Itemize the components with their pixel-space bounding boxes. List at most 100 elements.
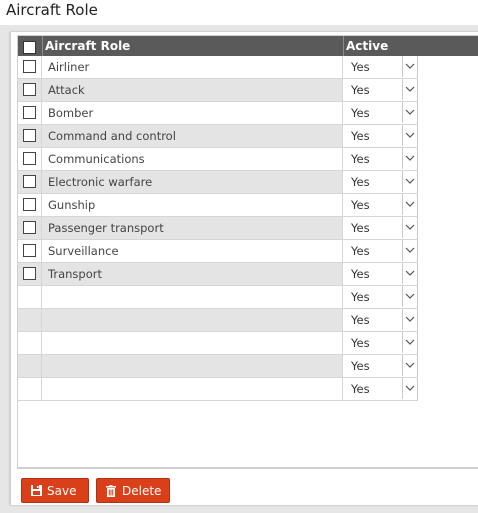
row-checkbox[interactable] — [23, 152, 36, 165]
table-row[interactable]: Yes — [18, 355, 418, 378]
active-select[interactable]: Yes — [343, 217, 418, 239]
floppy-disk-icon — [31, 485, 42, 496]
active-select-value: Yes — [351, 83, 370, 97]
dropdown-toggle[interactable] — [402, 309, 417, 330]
chevron-down-icon — [405, 224, 415, 230]
active-select[interactable]: Yes — [343, 286, 418, 308]
active-select[interactable]: Yes — [343, 378, 418, 400]
active-select[interactable]: Yes — [343, 194, 418, 216]
active-select[interactable]: Yes — [343, 263, 418, 285]
table-row[interactable]: Bomber Yes — [18, 102, 418, 125]
active-select[interactable]: Yes — [343, 125, 418, 147]
aircraft-role-cell[interactable] — [42, 286, 343, 308]
active-select[interactable]: Yes — [343, 171, 418, 193]
row-select-cell — [18, 286, 42, 308]
active-select[interactable]: Yes — [343, 309, 418, 331]
dropdown-toggle[interactable] — [402, 378, 417, 399]
chevron-down-icon — [405, 293, 415, 299]
active-select-value: Yes — [351, 244, 370, 258]
dropdown-toggle[interactable] — [402, 125, 417, 146]
table-row[interactable]: Surveillance Yes — [18, 240, 418, 263]
active-select[interactable]: Yes — [343, 148, 418, 170]
dropdown-toggle[interactable] — [402, 355, 417, 376]
dropdown-toggle[interactable] — [402, 148, 417, 169]
dropdown-toggle[interactable] — [402, 79, 417, 100]
chevron-down-icon — [405, 362, 415, 368]
chevron-down-icon — [405, 247, 415, 253]
save-button[interactable]: Save — [21, 478, 89, 503]
table-row[interactable]: Transport Yes — [18, 263, 418, 286]
row-select-cell — [18, 125, 42, 147]
row-checkbox[interactable] — [23, 129, 36, 142]
aircraft-role-cell[interactable]: Bomber — [42, 102, 343, 124]
aircraft-role-cell[interactable] — [42, 332, 343, 354]
dropdown-toggle[interactable] — [402, 171, 417, 192]
table-row[interactable]: Command and control Yes — [18, 125, 418, 148]
active-select[interactable]: Yes — [343, 56, 418, 78]
row-checkbox[interactable] — [23, 175, 36, 188]
delete-button-label: Delete — [122, 484, 162, 498]
table-row[interactable]: Yes — [18, 309, 418, 332]
select-all-cell — [18, 36, 42, 56]
table-row[interactable]: Passenger transport Yes — [18, 217, 418, 240]
dropdown-toggle[interactable] — [402, 332, 417, 353]
table-row[interactable]: Attack Yes — [18, 79, 418, 102]
row-checkbox[interactable] — [23, 106, 36, 119]
active-select[interactable]: Yes — [343, 332, 418, 354]
aircraft-role-cell[interactable]: Communications — [42, 148, 343, 170]
active-select[interactable]: Yes — [343, 79, 418, 101]
row-select-cell — [18, 309, 42, 331]
table-row[interactable]: Communications Yes — [18, 148, 418, 171]
dropdown-toggle[interactable] — [402, 194, 417, 215]
dropdown-toggle[interactable] — [402, 56, 417, 77]
table-row[interactable]: Airliner Yes — [18, 56, 418, 79]
aircraft-role-cell[interactable] — [42, 309, 343, 331]
chevron-down-icon — [405, 63, 415, 69]
row-select-cell — [18, 378, 42, 400]
aircraft-role-cell[interactable]: Gunship — [42, 194, 343, 216]
column-header-aircraft-role[interactable]: Aircraft Role — [42, 36, 343, 56]
select-all-checkbox[interactable] — [23, 41, 36, 54]
dropdown-toggle[interactable] — [402, 102, 417, 123]
active-select-value: Yes — [351, 382, 370, 396]
row-checkbox[interactable] — [23, 83, 36, 96]
table-row[interactable]: Electronic warfare Yes — [18, 171, 418, 194]
row-checkbox[interactable] — [23, 267, 36, 280]
aircraft-role-cell[interactable] — [42, 355, 343, 377]
aircraft-role-cell[interactable]: Surveillance — [42, 240, 343, 262]
row-checkbox[interactable] — [23, 244, 36, 257]
aircraft-role-cell[interactable]: Command and control — [42, 125, 343, 147]
aircraft-role-grid: Aircraft Role Active Airliner Yes Attack Ye… — [17, 35, 478, 469]
active-select-value: Yes — [351, 221, 370, 235]
dropdown-toggle[interactable] — [402, 217, 417, 238]
chevron-down-icon — [405, 109, 415, 115]
dropdown-toggle[interactable] — [402, 240, 417, 261]
dropdown-toggle[interactable] — [402, 263, 417, 284]
page-title: Aircraft Role — [6, 1, 98, 19]
aircraft-role-cell[interactable] — [42, 378, 343, 400]
dropdown-toggle[interactable] — [402, 286, 417, 307]
grid-rows: Airliner Yes Attack Yes Bomber Yes Command and… — [18, 56, 418, 401]
column-header-active[interactable]: Active — [343, 36, 418, 56]
delete-button[interactable]: Delete — [96, 478, 170, 503]
active-select-value: Yes — [351, 175, 370, 189]
row-select-cell — [18, 171, 42, 193]
active-select[interactable]: Yes — [343, 240, 418, 262]
aircraft-role-cell[interactable]: Electronic warfare — [42, 171, 343, 193]
row-checkbox[interactable] — [23, 198, 36, 211]
aircraft-role-cell[interactable]: Transport — [42, 263, 343, 285]
row-checkbox[interactable] — [23, 60, 36, 73]
row-select-cell — [18, 56, 42, 78]
active-select[interactable]: Yes — [343, 355, 418, 377]
active-select-value: Yes — [351, 359, 370, 373]
table-row[interactable]: Gunship Yes — [18, 194, 418, 217]
table-row[interactable]: Yes — [18, 286, 418, 309]
aircraft-role-cell[interactable]: Attack — [42, 79, 343, 101]
aircraft-role-cell[interactable]: Passenger transport — [42, 217, 343, 239]
trash-icon — [106, 485, 116, 497]
table-row[interactable]: Yes — [18, 378, 418, 401]
aircraft-role-cell[interactable]: Airliner — [42, 56, 343, 78]
table-row[interactable]: Yes — [18, 332, 418, 355]
row-checkbox[interactable] — [23, 221, 36, 234]
active-select[interactable]: Yes — [343, 102, 418, 124]
